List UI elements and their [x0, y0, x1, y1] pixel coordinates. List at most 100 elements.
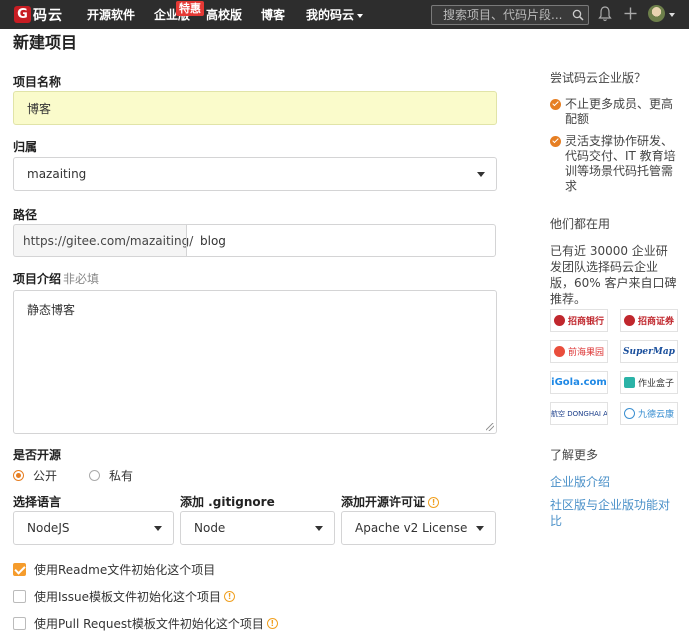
client-logo-label: 前海果园: [567, 348, 604, 358]
learn-more-title: 了解更多: [550, 448, 599, 462]
visibility-label: 是否开源: [13, 448, 62, 462]
radio-public-label[interactable]: 公开: [33, 467, 57, 484]
plus-icon[interactable]: [624, 7, 637, 20]
client-logo: SuperMap: [620, 340, 678, 363]
benefit-text: 灵活支撑协作研发、代码交付、IT 教育培训等场景代码托管需求: [565, 134, 676, 193]
gitignore-label: 添加 .gitignore: [180, 495, 275, 509]
top-navbar: G 码云 开源软件 企业版 特惠 高校版 博客 我的码云: [0, 0, 689, 29]
license-value: Apache v2 License: [355, 521, 468, 535]
client-logo: 九德云康: [620, 402, 678, 425]
users-title: 他们都在用: [550, 217, 611, 231]
pr-template-label[interactable]: 使用Pull Request模板文件初始化这个项目: [34, 615, 264, 632]
check-circle-icon: [550, 99, 561, 110]
client-logo: 东海航空 DONGHAI AIRLINES: [550, 402, 608, 425]
client-logo-mark-icon: [553, 346, 565, 357]
client-logo-label: 作业盒子: [637, 379, 674, 389]
client-logo-label: 招商银行: [567, 317, 604, 327]
chevron-down-icon: [357, 13, 364, 18]
page-title: 新建项目: [13, 33, 78, 52]
license-label: 添加开源许可证!: [341, 493, 440, 510]
client-logo: 作业盒子: [620, 371, 678, 394]
hot-badge: 特惠: [176, 1, 204, 16]
search-box[interactable]: [431, 5, 589, 25]
client-logo: iGola.com: [550, 371, 608, 394]
search-input[interactable]: [443, 6, 573, 24]
client-logo: 招商证券: [620, 309, 678, 332]
owner-value: mazaiting: [27, 167, 87, 181]
radio-private-label[interactable]: 私有: [109, 467, 133, 484]
gitignore-select[interactable]: Node: [180, 511, 335, 545]
license-label-text: 添加开源许可证: [341, 495, 426, 509]
description-optional-hint: 非必填: [63, 272, 100, 286]
client-logo-label: 九德云康: [637, 410, 674, 420]
description-textarea[interactable]: 静态博客: [13, 290, 497, 434]
client-logo: 招商银行: [550, 309, 608, 332]
client-logo-label: SuperMap: [623, 346, 675, 357]
enterprise-intro-link[interactable]: 企业版介绍: [550, 474, 610, 490]
project-name-input[interactable]: 博客: [13, 91, 497, 125]
client-logo-mark-icon: [623, 315, 635, 326]
path-prefix: https://gitee.com/mazaiting/: [13, 224, 193, 257]
chevron-down-icon: [477, 172, 485, 177]
nav-my-gitee-label: 我的码云: [306, 8, 355, 22]
project-name-label: 项目名称: [13, 75, 62, 89]
client-logo-label: 招商证券: [637, 317, 674, 327]
description-label: 项目介绍 非必填: [13, 270, 99, 287]
language-select[interactable]: NodeJS: [13, 511, 174, 545]
description-label-text: 项目介绍: [13, 272, 62, 286]
avatar-chevron-down-icon[interactable]: [669, 13, 675, 17]
info-icon[interactable]: !: [428, 497, 440, 508]
chevron-down-icon: [154, 526, 162, 531]
benefit-item: 灵活支撑协作研发、代码交付、IT 教育培训等场景代码托管需求: [550, 134, 678, 194]
nav-open-source[interactable]: 开源软件: [87, 6, 135, 23]
enterprise-title: 尝试码云企业版？: [550, 71, 647, 85]
issue-template-checkbox[interactable]: [13, 590, 26, 603]
info-icon[interactable]: !: [224, 591, 236, 602]
language-value: NodeJS: [27, 521, 70, 535]
description-value: 静态博客: [27, 303, 76, 317]
logo-text: 码云: [33, 7, 63, 24]
client-logo-mark-icon: [623, 377, 635, 388]
nav-education[interactable]: 高校版: [206, 6, 242, 23]
path-input[interactable]: blog: [186, 224, 496, 257]
chevron-down-icon: [315, 526, 323, 531]
benefit-text: 不止更多成员、更高配额: [565, 97, 674, 126]
benefit-item: 不止更多成员、更高配额: [550, 97, 678, 127]
path-value: blog: [200, 233, 226, 248]
client-logo: 前海果园: [550, 340, 608, 363]
client-logo-mark-icon: [553, 315, 565, 326]
issue-template-option[interactable]: 使用Issue模板文件初始化这个项目 !: [13, 588, 236, 605]
users-text: 已有近 30000 企业研发团队选择码云企业版，60% 客户来自口碑推荐。: [550, 244, 677, 306]
pr-template-checkbox[interactable]: [13, 617, 26, 630]
radio-public[interactable]: [13, 470, 24, 481]
chevron-down-icon: [476, 526, 484, 531]
edition-compare-link[interactable]: 社区版与企业版功能对比: [550, 497, 678, 529]
avatar[interactable]: [648, 5, 665, 22]
check-circle-icon: [550, 136, 561, 147]
client-logo-label: iGola.com: [551, 377, 607, 388]
issue-template-label[interactable]: 使用Issue模板文件初始化这个项目: [34, 588, 221, 605]
pr-template-option[interactable]: 使用Pull Request模板文件初始化这个项目 !: [13, 615, 278, 632]
language-label: 选择语言: [13, 495, 62, 509]
info-icon[interactable]: !: [266, 618, 278, 629]
project-name-value: 博客: [27, 101, 52, 116]
owner-label: 归属: [13, 140, 38, 154]
search-icon[interactable]: [572, 9, 584, 21]
bell-icon[interactable]: [598, 6, 612, 22]
nav-blog[interactable]: 博客: [261, 6, 285, 23]
logo-mark-icon: G: [14, 6, 31, 23]
client-logo-mark-icon: [623, 408, 635, 419]
nav-my-gitee[interactable]: 我的码云: [306, 6, 364, 23]
visibility-options: 公开 私有: [13, 467, 133, 484]
gitignore-value: Node: [194, 521, 226, 535]
readme-option[interactable]: 使用Readme文件初始化这个项目: [13, 561, 215, 578]
readme-label[interactable]: 使用Readme文件初始化这个项目: [34, 561, 215, 578]
client-logo-label: 东海航空 DONGHAI AIRLINES: [551, 409, 608, 418]
owner-select[interactable]: mazaiting: [13, 157, 497, 191]
license-select[interactable]: Apache v2 License: [341, 511, 496, 545]
path-label: 路径: [13, 208, 38, 222]
resize-grip-icon[interactable]: [486, 423, 494, 431]
gitee-logo[interactable]: G 码云: [14, 5, 63, 24]
readme-checkbox[interactable]: [13, 563, 26, 576]
radio-private[interactable]: [89, 470, 101, 481]
